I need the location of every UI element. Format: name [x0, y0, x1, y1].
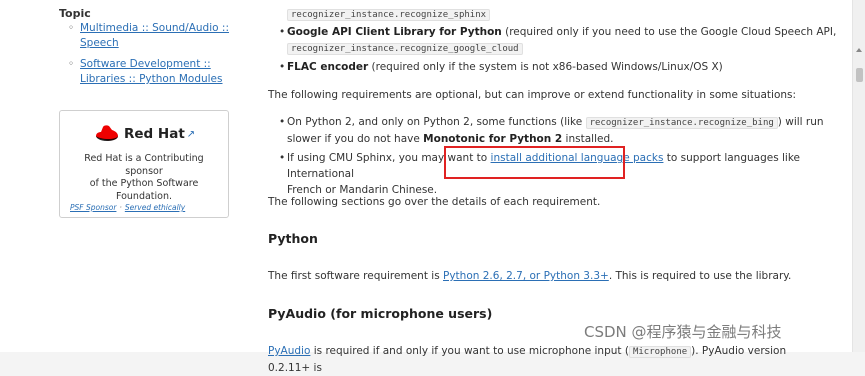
details-intro: The following sections go over the detai…	[268, 196, 601, 208]
pyaudio-paragraph: PyAudio is required if and only if you w…	[268, 345, 787, 374]
code-snippet: recognizer_instance.recognize_google_clo…	[287, 43, 523, 55]
list-item-google: Google API Client Library for Python (re…	[279, 24, 842, 57]
scroll-thumb[interactable]	[856, 68, 863, 82]
code-snippet: recognizer_instance.recognize_sphinx	[287, 9, 491, 21]
list-item-flac: FLAC encoder (required only if the syste…	[279, 59, 842, 75]
topic-heading: Topic	[59, 7, 91, 20]
sponsor-description: Red Hat is a Contributing sponsor of the…	[84, 153, 204, 202]
python-versions-link[interactable]: Python 2.6, 2.7, or Python 3.3+	[443, 270, 609, 282]
pyaudio-heading: PyAudio (for microphone users)	[268, 306, 493, 321]
page: Topic Multimedia :: Sound/Audio ::Speech…	[0, 0, 865, 374]
code-snippet: Microphone	[628, 346, 692, 358]
redhat-hat-icon	[96, 125, 118, 141]
topic-link-software-development[interactable]: Software Development :: Libraries :: Pyth…	[80, 58, 222, 85]
external-link-icon: ↗	[186, 128, 196, 140]
sphinx-code-line: recognizer_instance.recognize_sphinx	[287, 6, 847, 23]
list-item-python2: On Python 2, and only on Python 2, some …	[279, 114, 842, 147]
topic-link-multimedia[interactable]: Multimedia :: Sound/Audio :: Speech	[80, 22, 229, 49]
pyaudio-link[interactable]: PyAudio	[268, 345, 310, 357]
redhat-logo-text: Red Hat	[124, 126, 185, 142]
csdn-watermark: CSDN @程序猿与金融与科技	[584, 323, 782, 341]
redhat-logo[interactable]: Red Hat ↗	[94, 123, 195, 145]
link-separator: ·	[119, 203, 122, 212]
psf-sponsor-link[interactable]: PSF Sponsor	[70, 203, 116, 212]
highlight-annotation-box	[444, 146, 625, 179]
scroll-up-arrow-icon[interactable]	[855, 46, 863, 54]
optional-intro: The following requirements are optional,…	[268, 89, 797, 101]
topic-list: Multimedia :: Sound/Audio ::Speech Softw…	[66, 21, 234, 93]
served-ethically-link[interactable]: Served ethically	[125, 203, 185, 212]
sponsor-links: PSF Sponsor · Served ethically	[70, 203, 185, 212]
scrollbar[interactable]	[852, 0, 865, 352]
python-paragraph: The first software requirement is Python…	[268, 270, 792, 282]
sponsor-box: Red Hat ↗ Red Hat is a Contributing spon…	[59, 110, 229, 218]
code-snippet: recognizer_instance.recognize_bing	[585, 117, 778, 129]
python-heading: Python	[268, 231, 318, 246]
topic-item: Software Development ::Libraries :: Pyth…	[66, 57, 234, 87]
topic-item: Multimedia :: Sound/Audio ::Speech	[66, 21, 234, 51]
